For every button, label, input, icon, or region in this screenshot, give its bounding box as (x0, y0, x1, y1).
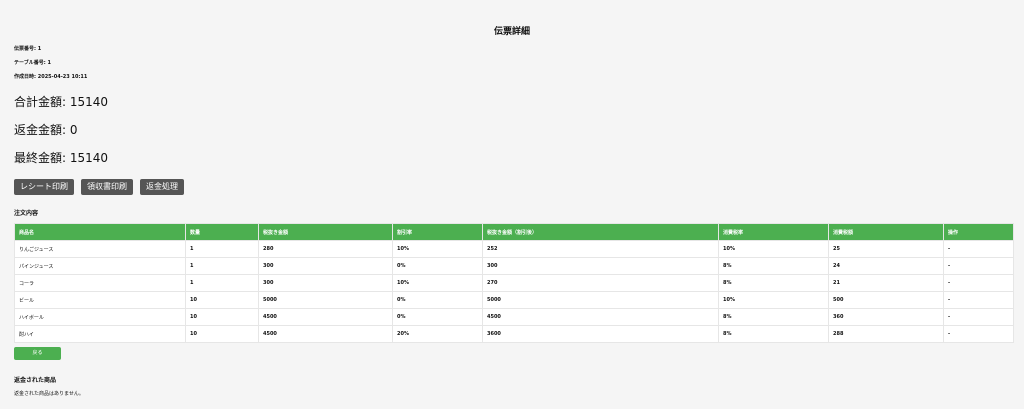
item-price: 300 (258, 274, 393, 292)
column-header: 税抜き金額 (258, 223, 393, 241)
table-row: りんごジュース 1 280 10% 252 10% 25 - (14, 240, 1014, 258)
column-header: 消費税額 (828, 223, 944, 241)
item-name: りんごジュース (14, 240, 186, 258)
item-discounted-price: 252 (482, 240, 719, 258)
refunded-items-heading: 返金された商品 (14, 377, 57, 384)
item-tax-amount: 288 (828, 325, 944, 343)
table-row: ビール 10 5000 0% 5000 10% 500 - (14, 291, 1014, 309)
slip-detail-page: 伝票詳細 伝票番号: 1 テーブル番号: 1 作成日時: 2025-04-23 … (0, 0, 1024, 409)
item-tax-rate: 8% (718, 257, 829, 275)
item-price: 280 (258, 240, 393, 258)
item-discount-rate: 0% (392, 291, 483, 309)
item-name: 酎ハイ (14, 325, 186, 343)
item-discount-rate: 10% (392, 274, 483, 292)
item-operation: - (943, 325, 1014, 343)
item-name: ハイボール (14, 308, 186, 326)
table-row: パインジュース 1 300 0% 300 8% 24 - (14, 257, 1014, 275)
page-title: 伝票詳細 (493, 27, 530, 37)
table-number: テーブル番号: 1 (14, 60, 51, 66)
item-price: 5000 (258, 291, 393, 309)
column-header: 商品名 (14, 223, 186, 241)
item-quantity: 1 (185, 274, 259, 292)
item-operation: - (943, 274, 1014, 292)
refund-amount: 返金金額: 0 (14, 123, 78, 137)
item-quantity: 10 (185, 308, 259, 326)
column-header: 消費税率 (718, 223, 829, 241)
item-tax-amount: 500 (828, 291, 944, 309)
item-price: 300 (258, 257, 393, 275)
column-header: 割引率 (392, 223, 483, 241)
item-price: 4500 (258, 308, 393, 326)
item-operation: - (943, 240, 1014, 258)
total-amount: 合計金額: 15140 (14, 95, 109, 109)
item-operation: - (943, 308, 1014, 326)
column-header: 数量 (185, 223, 259, 241)
slip-number: 伝票番号: 1 (14, 46, 42, 52)
item-tax-amount: 25 (828, 240, 944, 258)
item-tax-rate: 10% (718, 291, 829, 309)
item-quantity: 10 (185, 325, 259, 343)
table-row: 酎ハイ 10 4500 20% 3600 8% 288 - (14, 325, 1014, 343)
item-quantity: 1 (185, 240, 259, 258)
item-tax-amount: 21 (828, 274, 944, 292)
final-amount: 最終金額: 15140 (14, 151, 109, 165)
order-heading: 注文内容 (14, 210, 39, 217)
item-name: ビール (14, 291, 186, 309)
item-name: コーラ (14, 274, 186, 292)
item-name: パインジュース (14, 257, 186, 275)
item-discounted-price: 5000 (482, 291, 719, 309)
item-discounted-price: 4500 (482, 308, 719, 326)
item-discounted-price: 3600 (482, 325, 719, 343)
item-tax-rate: 8% (718, 308, 829, 326)
print-invoice-button[interactable]: 領収書印刷 (81, 179, 133, 195)
order-table-header: 商品名 数量 税抜き金額 割引率 税抜き金額（割引後） 消費税率 消費税額 操作 (14, 223, 1014, 241)
column-header: 操作 (943, 223, 1014, 241)
item-quantity: 1 (185, 257, 259, 275)
print-receipt-button[interactable]: レシート印刷 (14, 179, 74, 195)
table-row: ハイボール 10 4500 0% 4500 8% 360 - (14, 308, 1014, 326)
created-at: 作成日時: 2025-04-23 10:11 (14, 74, 88, 80)
item-operation: - (943, 291, 1014, 309)
item-discount-rate: 0% (392, 257, 483, 275)
action-buttons: レシート印刷 領収書印刷 返金処理 (14, 179, 184, 195)
order-table: 商品名 数量 税抜き金額 割引率 税抜き金額（割引後） 消費税率 消費税額 操作… (14, 223, 1014, 343)
table-row: コーラ 1 300 10% 270 8% 21 - (14, 274, 1014, 292)
item-discount-rate: 0% (392, 308, 483, 326)
item-tax-rate: 8% (718, 274, 829, 292)
item-tax-rate: 10% (718, 240, 829, 258)
refund-process-button[interactable]: 返金処理 (140, 179, 184, 195)
item-discounted-price: 300 (482, 257, 719, 275)
item-quantity: 10 (185, 291, 259, 309)
item-tax-amount: 360 (828, 308, 944, 326)
item-tax-rate: 8% (718, 325, 829, 343)
back-button[interactable]: 戻る (14, 347, 61, 360)
item-discount-rate: 20% (392, 325, 483, 343)
item-price: 4500 (258, 325, 393, 343)
column-header: 税抜き金額（割引後） (482, 223, 719, 241)
item-operation: - (943, 257, 1014, 275)
item-tax-amount: 24 (828, 257, 944, 275)
refunded-items-empty-message: 返金された商品はありません。 (14, 391, 84, 397)
item-discount-rate: 10% (392, 240, 483, 258)
item-discounted-price: 270 (482, 274, 719, 292)
